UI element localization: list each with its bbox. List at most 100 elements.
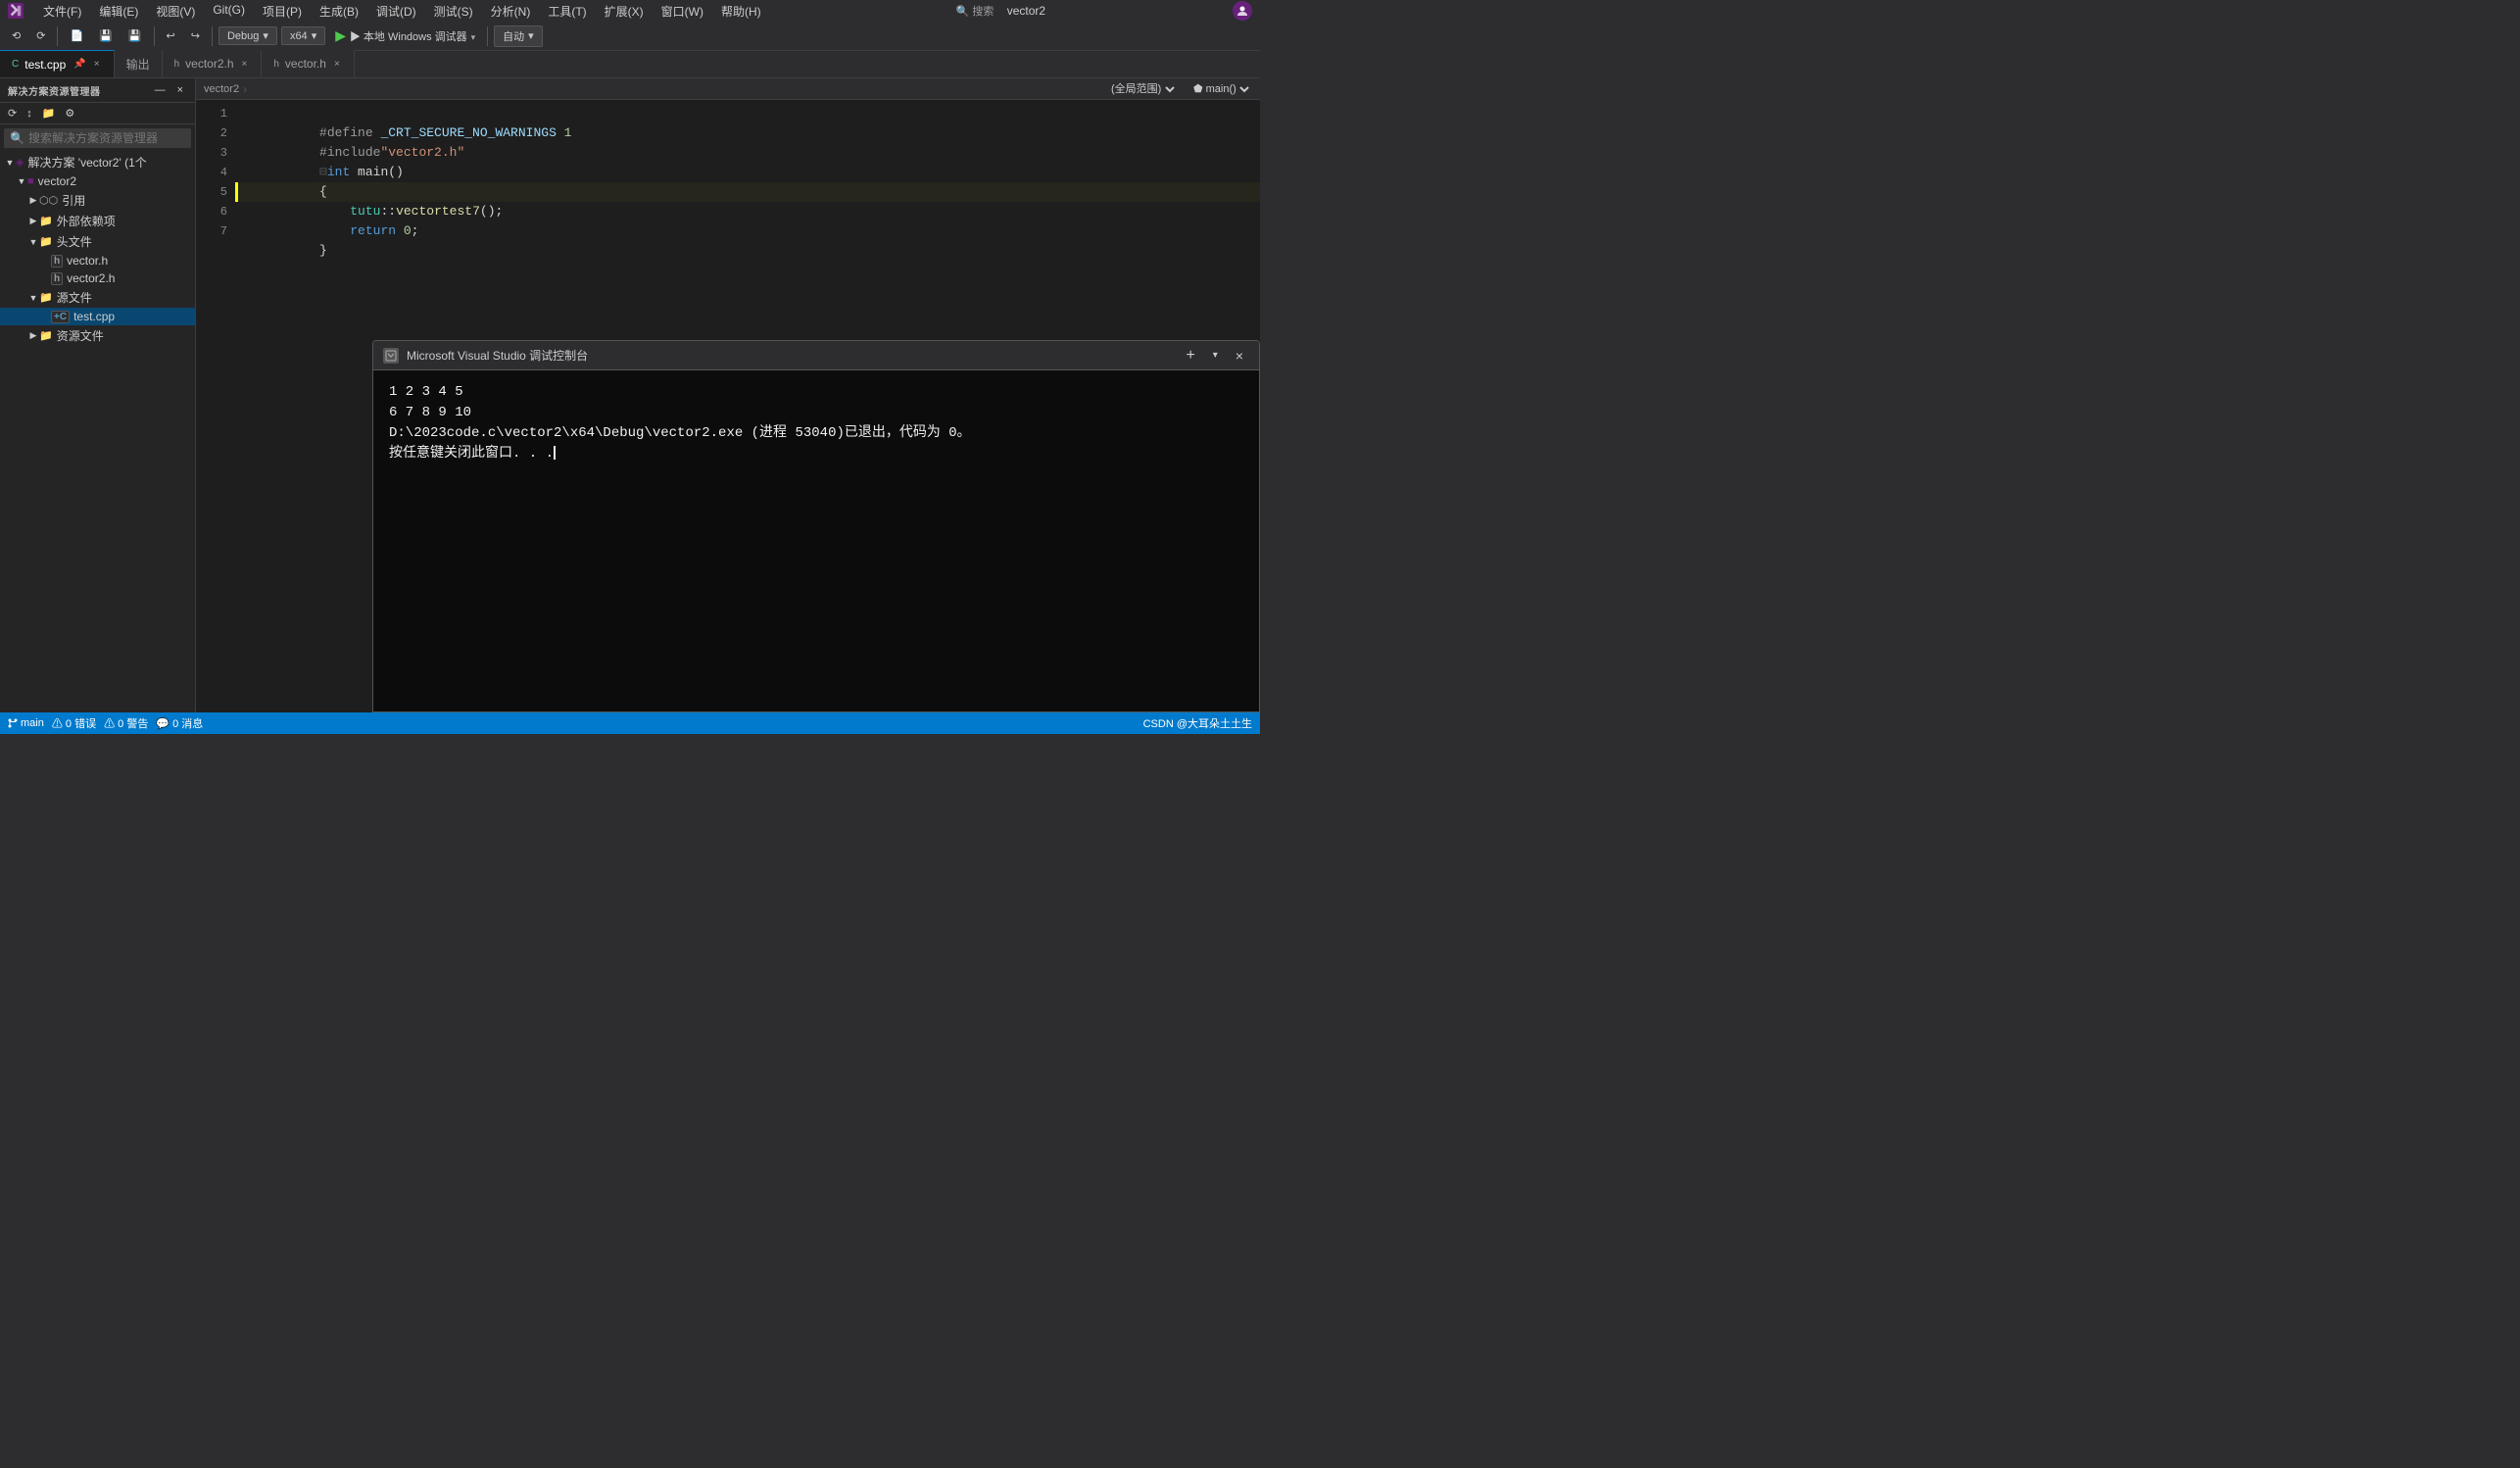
- menu-edit[interactable]: 编辑(E): [91, 1, 146, 22]
- sidebar-header: 解决方案资源管理器 — ×: [0, 78, 195, 103]
- new-folder-btn[interactable]: 📁: [38, 105, 60, 122]
- menu-file[interactable]: 文件(F): [35, 1, 89, 22]
- refs-label: 引用: [62, 192, 85, 209]
- config-dropdown[interactable]: Debug ▾: [218, 26, 277, 45]
- breadcrumb-file[interactable]: vector2: [204, 83, 239, 95]
- error-count[interactable]: ⚠ 0 错误: [52, 715, 96, 731]
- menu-help[interactable]: 帮助(H): [713, 1, 769, 22]
- collapse-sidebar-btn[interactable]: —: [151, 82, 170, 98]
- console-close-btn[interactable]: ×: [1230, 346, 1249, 366]
- sidebar: 解决方案资源管理器 — × ⟳ ↕ 📁 ⚙ 🔍 ▼ ◈ 解决方案 'vector…: [0, 78, 196, 712]
- headers-arrow: ▼: [27, 237, 39, 247]
- menu-test[interactable]: 测试(S): [426, 1, 481, 22]
- editor-nav-bar: vector2 › (全局范围) ⬟ main(): [196, 78, 1260, 100]
- tree-sources[interactable]: ▼ 📁 源文件: [0, 287, 195, 308]
- refs-arrow: ▶: [27, 195, 39, 206]
- tab-output[interactable]: 输出: [115, 50, 163, 77]
- project-arrow: ▼: [16, 176, 27, 186]
- function-dropdown[interactable]: ⬟ main(): [1189, 82, 1252, 96]
- tab-test-cpp[interactable]: C test.cpp 📌 ×: [0, 50, 115, 77]
- console-window: Microsoft Visual Studio 调试控制台 + ▾ × 1 2 …: [372, 340, 1260, 712]
- search-icon: 🔍: [10, 131, 24, 145]
- tree-test-cpp[interactable]: +C test.cpp: [0, 308, 195, 325]
- resources-arrow: ▶: [27, 330, 39, 341]
- tab-bar: C test.cpp 📌 × 输出 h vector2.h × h vector…: [0, 51, 1260, 78]
- console-cursor: [554, 446, 556, 460]
- back-btn[interactable]: ⟲: [6, 27, 26, 44]
- console-title-bar: Microsoft Visual Studio 调试控制台 + ▾ ×: [373, 341, 1259, 370]
- test-cpp-label: test.cpp: [73, 310, 115, 323]
- toolbar-sep-1: [57, 26, 58, 46]
- title-bar: 文件(F) 编辑(E) 视图(V) Git(G) 项目(P) 生成(B) 调试(…: [0, 0, 1260, 22]
- line-numbers: 1 2 3 4 5 6 7: [196, 100, 235, 712]
- menu-window[interactable]: 窗口(W): [654, 1, 711, 22]
- menu-git[interactable]: Git(G): [205, 1, 253, 22]
- tree-vector2-h[interactable]: h vector2.h: [0, 269, 195, 287]
- menu-project[interactable]: 项目(P): [255, 1, 310, 22]
- close-sidebar-btn[interactable]: ×: [173, 82, 187, 98]
- redo-btn[interactable]: ↪: [185, 27, 206, 44]
- console-line-1: 1 2 3 4 5: [389, 382, 1243, 403]
- run-button[interactable]: ▶ ▶ 本地 Windows 调试器 ▾: [329, 25, 481, 46]
- sources-arrow: ▼: [27, 293, 39, 303]
- message-count[interactable]: 💬 0 消息: [156, 715, 203, 731]
- solution-label: 解决方案 'vector2' (1个: [27, 154, 146, 171]
- auto-dropdown[interactable]: 自动 ▾: [494, 25, 543, 47]
- external-label: 外部依赖项: [57, 213, 116, 229]
- tree-external[interactable]: ▶ 📁 外部依赖项: [0, 211, 195, 231]
- platform-dropdown[interactable]: x64 ▾: [281, 26, 325, 45]
- search-input[interactable]: [28, 131, 185, 145]
- tree-refs[interactable]: ▶ ⬡⬡ 引用: [0, 190, 195, 211]
- git-branch[interactable]: main: [8, 717, 44, 729]
- tab-close-vector2h[interactable]: ×: [240, 58, 250, 71]
- tree-headers[interactable]: ▼ 📁 头文件: [0, 231, 195, 252]
- console-add-tab-btn[interactable]: +: [1180, 345, 1200, 367]
- tree-vector-h[interactable]: h vector.h: [0, 252, 195, 269]
- scope-dropdown[interactable]: (全局范围): [1107, 82, 1178, 96]
- collapse-all-btn[interactable]: ↕: [23, 105, 36, 122]
- right-info: CSDN @大耳朵土土生: [1143, 715, 1252, 731]
- sync-btn[interactable]: ⟳: [4, 105, 21, 122]
- window-title: 🔍 搜索 vector2: [781, 3, 1221, 19]
- new-file-btn[interactable]: 📄: [64, 27, 89, 44]
- menu-tools[interactable]: 工具(T): [540, 1, 594, 22]
- status-right: CSDN @大耳朵土土生: [1143, 715, 1252, 731]
- menu-view[interactable]: 视图(V): [148, 1, 203, 22]
- properties-btn[interactable]: ⚙: [61, 105, 78, 122]
- vector-h-label: vector.h: [67, 254, 108, 268]
- tab-vectorh[interactable]: h vector.h ×: [262, 50, 354, 77]
- tab-vector2h[interactable]: h vector2.h ×: [163, 50, 263, 77]
- editor-area: vector2 › (全局范围) ⬟ main() 1 2 3 4 5 6 7: [196, 78, 1260, 712]
- fwd-btn[interactable]: ⟳: [30, 27, 51, 44]
- code-line-5: tutu::vectortest7();: [235, 182, 1260, 202]
- save-btn[interactable]: 💾: [93, 27, 119, 44]
- vector2-h-label: vector2.h: [67, 271, 115, 285]
- warning-count[interactable]: ⚠ 0 警告: [104, 715, 148, 731]
- menu-bar: 文件(F) 编辑(E) 视图(V) Git(G) 项目(P) 生成(B) 调试(…: [35, 1, 769, 22]
- menu-analyze[interactable]: 分析(N): [483, 1, 539, 22]
- sidebar-title: 解决方案资源管理器: [8, 83, 101, 98]
- undo-btn[interactable]: ↩: [161, 27, 181, 44]
- menu-debug[interactable]: 调试(D): [368, 1, 424, 22]
- toolbar-sep-3: [212, 26, 213, 46]
- save-all-btn[interactable]: 💾: [122, 27, 148, 44]
- menu-extensions[interactable]: 扩展(X): [597, 1, 652, 22]
- toolbar: ⟲ ⟳ 📄 💾 💾 ↩ ↪ Debug ▾ x64 ▾ ▶ ▶ 本地 Windo…: [0, 22, 1260, 51]
- user-avatar[interactable]: [1233, 1, 1252, 21]
- tab-close-test[interactable]: ×: [92, 58, 102, 71]
- console-title: Microsoft Visual Studio 调试控制台: [407, 347, 1172, 364]
- console-body: 1 2 3 4 5 6 7 8 9 10 D:\2023code.c\vecto…: [373, 370, 1259, 711]
- status-bar: main ⚠ 0 错误 ⚠ 0 警告 💬 0 消息 CSDN @大耳朵土土生: [0, 712, 1260, 734]
- console-line-3: D:\2023code.c\vector2\x64\Debug\vector2.…: [389, 423, 1243, 444]
- solution-search[interactable]: 🔍: [4, 128, 191, 148]
- resources-label: 资源文件: [57, 327, 104, 344]
- tree-solution[interactable]: ▼ ◈ 解决方案 'vector2' (1个: [0, 152, 195, 172]
- menu-build[interactable]: 生成(B): [312, 1, 366, 22]
- tree-project[interactable]: ▼ ■ vector2: [0, 172, 195, 190]
- sidebar-toolbar: ⟳ ↕ 📁 ⚙: [0, 103, 195, 124]
- tab-close-vectorh[interactable]: ×: [332, 58, 342, 71]
- console-dropdown-btn[interactable]: ▾: [1209, 348, 1222, 363]
- external-arrow: ▶: [27, 216, 39, 226]
- tree-resources[interactable]: ▶ 📁 资源文件: [0, 325, 195, 346]
- code-line-1: #define _CRT_SECURE_NO_WARNINGS 1: [235, 104, 1260, 123]
